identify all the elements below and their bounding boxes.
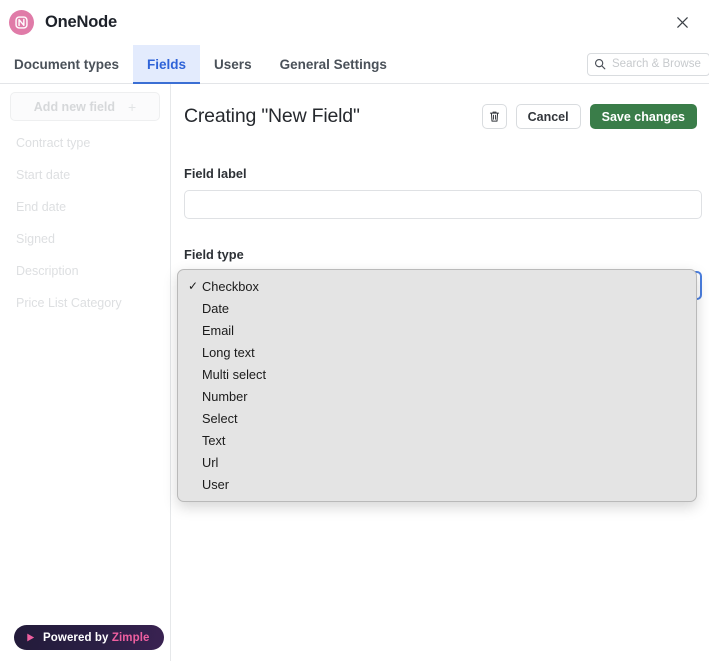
sidebar-item-signed[interactable]: Signed (10, 223, 160, 255)
powered-by-badge[interactable]: Powered by Zimple (14, 625, 164, 650)
sidebar-item-label: Signed (16, 232, 55, 246)
app-title: OneNode (45, 13, 117, 31)
tab-label: Document types (14, 56, 120, 72)
sidebar-item-label: End date (16, 200, 67, 214)
dropdown-option-number[interactable]: Number (178, 385, 696, 407)
dropdown-option-label: Number (202, 388, 248, 404)
check-icon: ✓ (188, 279, 199, 293)
header-actions: Cancel Save changes (481, 104, 697, 129)
tab-document-types[interactable]: Document types (0, 45, 133, 83)
dropdown-option-checkbox[interactable]: ✓ Checkbox (178, 275, 696, 297)
dropdown-option-label: Checkbox (202, 278, 259, 294)
tab-label: General Settings (279, 56, 387, 72)
sidebar-item-start-date[interactable]: Start date (10, 159, 160, 191)
dropdown-option-long-text[interactable]: Long text (178, 341, 696, 363)
cancel-button[interactable]: Cancel (515, 104, 581, 129)
save-changes-label: Save changes (601, 109, 685, 124)
delete-field-button[interactable] (481, 104, 507, 129)
tab-users[interactable]: Users (200, 45, 266, 83)
dropdown-option-multi-select[interactable]: Multi select (178, 363, 696, 385)
zimple-brand-label: Zimple (111, 631, 150, 644)
dropdown-option-text[interactable]: Text (178, 429, 696, 451)
dropdown-option-label: Select (202, 410, 238, 426)
page-title: Creating "New Field" (184, 105, 360, 127)
dropdown-option-user[interactable]: User (178, 473, 696, 495)
sidebar-item-price-list-category[interactable]: Price List Category (10, 287, 160, 319)
search-input[interactable] (612, 58, 703, 70)
add-new-field-button[interactable]: Add new field + (10, 92, 160, 121)
dropdown-option-label: Long text (202, 344, 255, 360)
add-new-field-label: Add new field (33, 99, 116, 114)
tab-bar: Document types Fields Users General Sett… (0, 45, 709, 84)
onenode-logo-icon (9, 10, 34, 35)
fields-sidebar: Add new field + Contract type Start date… (0, 84, 171, 661)
tab-general-settings[interactable]: General Settings (266, 45, 401, 83)
field-type-dropdown-menu: ✓ Checkbox Date Email Long text Multi se… (177, 269, 697, 502)
tab-label: Users (214, 56, 252, 72)
form-spacer (184, 219, 697, 247)
sidebar-item-label: Price List Category (16, 296, 122, 310)
powered-by-text: Powered by Zimple (43, 632, 150, 644)
tab-fields[interactable]: Fields (133, 45, 201, 84)
dropdown-option-label: Url (202, 454, 219, 470)
dropdown-option-email[interactable]: Email (178, 319, 696, 341)
dropdown-option-label: Multi select (202, 366, 267, 382)
dropdown-option-date[interactable]: Date (178, 297, 696, 319)
search-icon (594, 58, 606, 70)
dropdown-option-label: User (202, 476, 230, 492)
powered-by-prefix: Powered by (43, 631, 109, 644)
sidebar-item-description[interactable]: Description (10, 255, 160, 287)
title-bar: OneNode (0, 0, 709, 45)
dropdown-option-url[interactable]: Url (178, 451, 696, 473)
sidebar-item-label: Start date (16, 168, 71, 182)
dropdown-option-label: Date (202, 300, 230, 316)
play-triangle-icon (25, 632, 36, 643)
app-window: OneNode Document types Fields Users Gene… (0, 0, 709, 661)
field-label-label: Field label (184, 166, 247, 181)
search-box[interactable] (587, 52, 709, 76)
dropdown-option-label: Email (202, 322, 234, 338)
plus-icon: + (128, 98, 137, 115)
field-type-label: Field type (184, 247, 244, 262)
trash-icon (488, 110, 501, 123)
sidebar-item-contract-type[interactable]: Contract type (10, 127, 160, 159)
close-icon[interactable] (669, 10, 695, 36)
cancel-button-label: Cancel (527, 109, 569, 124)
brand: OneNode (9, 10, 117, 35)
main-header: Creating "New Field" Cancel Save changes (184, 104, 703, 129)
tab-label: Fields (147, 56, 187, 72)
field-label-input[interactable] (184, 190, 702, 219)
dropdown-option-select[interactable]: Select (178, 407, 696, 429)
save-changes-button[interactable]: Save changes (589, 104, 697, 129)
sidebar-item-label: Description (16, 264, 79, 278)
sidebar-item-end-date[interactable]: End date (10, 191, 160, 223)
dropdown-option-label: Text (202, 432, 226, 448)
sidebar-item-label: Contract type (16, 136, 91, 150)
